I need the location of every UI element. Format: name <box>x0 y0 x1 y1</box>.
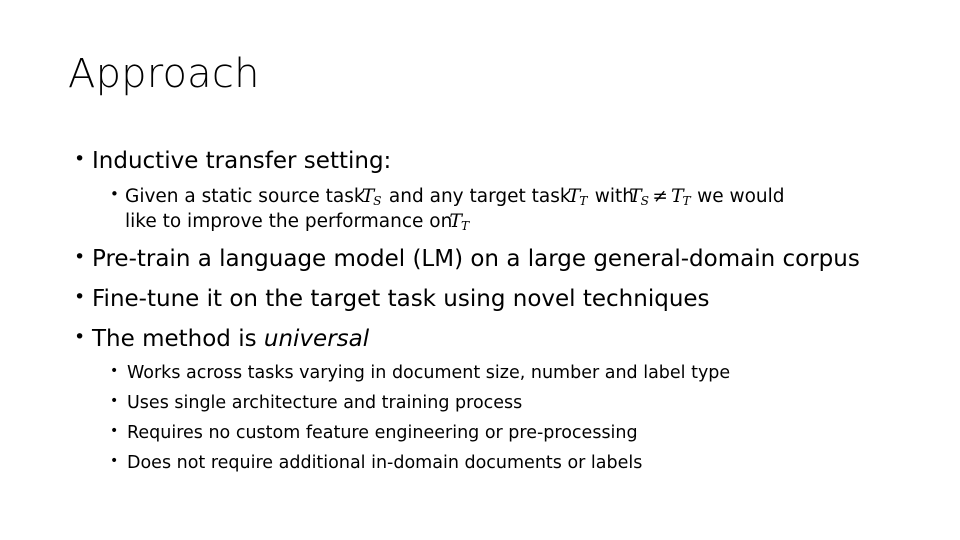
bullet-text-emphasis: universal <box>263 326 370 352</box>
bullet-method-is-universal: • The method is universal <box>74 326 369 353</box>
sub-bullet-segment-1: Given a static source task <box>125 186 365 207</box>
presentation-slide: Approach • Inductive transfer setting: •… <box>0 0 960 540</box>
slide-body: • Inductive transfer setting: • Given a … <box>0 0 960 540</box>
sub-bullet-segment-5: like to improve the performance on <box>125 211 453 233</box>
bullet-marker-icon: • <box>74 286 86 308</box>
bullet-text-plain: The method is <box>92 326 264 352</box>
bullet-text: Fine-tune it on the target task using no… <box>92 286 710 312</box>
bullet-marker-icon: • <box>74 326 86 348</box>
bullet-pretrain-language-model: • Pre-train a language model (LM) on a l… <box>74 246 860 273</box>
bullet-inductive-transfer-setting: • Inductive transfer setting: <box>74 148 391 175</box>
sub-bullet-text: Works across tasks varying in document s… <box>127 363 731 383</box>
bullet-marker-icon: • <box>110 393 119 409</box>
math-task-target-2: TT <box>670 185 691 209</box>
sub-bullet-no-additional-documents: • Does not require additional in-domain … <box>110 452 642 475</box>
math-task-source-2: TS <box>628 185 649 209</box>
bullet-marker-icon: • <box>110 363 119 379</box>
sub-bullet-task-definition: • Given a static source taskTS and any t… <box>110 184 910 234</box>
math-task-target-1: TT <box>567 185 588 209</box>
bullet-text: Pre-train a language model (LM) on a lar… <box>92 246 860 272</box>
sub-bullet-text: Uses single architecture and training pr… <box>127 393 523 413</box>
sub-bullet-no-feature-engineering: • Requires no custom feature engineering… <box>110 422 638 445</box>
bullet-finetune-target-task: • Fine-tune it on the target task using … <box>74 286 710 313</box>
math-task-target-3: TT <box>449 210 470 234</box>
bullet-marker-icon: • <box>110 185 119 203</box>
bullet-marker-icon: • <box>74 246 86 268</box>
math-not-equal-icon: ≠ <box>652 186 668 207</box>
sub-bullet-segment-2: and any target task <box>388 186 571 207</box>
math-task-source-1: TS <box>361 185 382 209</box>
sub-bullet-segment-4: we would <box>697 186 785 207</box>
bullet-marker-icon: • <box>74 148 86 170</box>
bullet-text: Inductive transfer setting: <box>92 148 392 174</box>
sub-bullet-text: Does not require additional in-domain do… <box>127 453 643 473</box>
bullet-marker-icon: • <box>110 423 119 439</box>
bullet-text: The method is universal <box>92 326 369 353</box>
sub-bullet-text: Requires no custom feature engineering o… <box>127 423 638 443</box>
sub-bullet-works-across-tasks: • Works across tasks varying in document… <box>110 362 730 385</box>
sub-bullet-single-architecture: • Uses single architecture and training … <box>110 392 522 415</box>
bullet-marker-icon: • <box>110 453 119 469</box>
sub-bullet-text: Given a static source taskTS and any tar… <box>125 184 785 234</box>
